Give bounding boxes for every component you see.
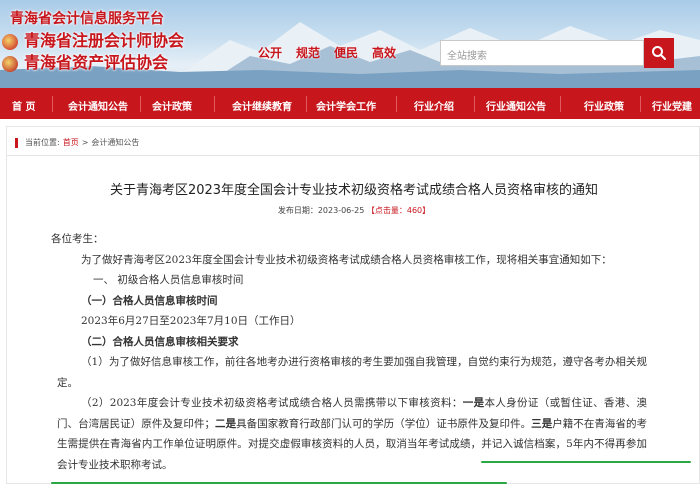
- nav-society-work[interactable]: 会计学会工作: [316, 98, 376, 113]
- main-nav: 首 页 会计通知公告 会计政策 会计继续教育 会计学会工作 行业介绍 行业通知公…: [0, 88, 700, 119]
- search-icon: [652, 46, 666, 60]
- req2-intro: （2）2023年度会计专业技术初级资格考试成绩合格人员需携带以下审核资料：: [81, 397, 463, 409]
- nav-divider: [140, 96, 141, 112]
- breadcrumb-separator: >: [81, 138, 89, 147]
- nav-divider: [560, 96, 561, 112]
- breadcrumb-label: 当前位置:: [25, 138, 60, 147]
- highlight-underline: [481, 461, 691, 463]
- site-titles: 青海省会计信息服务平台 青海省注册会计师协会 青海省资产评估协会: [10, 8, 184, 74]
- subsection-heading-time: （一）合格人员信息审核时间: [81, 294, 218, 307]
- breadcrumb: 当前位置: 首页 > 会计通知公告: [15, 137, 139, 148]
- article-body: 各位考生： 为了做好青海考区2023年度全国会计专业技术初级资格考试成绩合格人员…: [51, 229, 647, 475]
- nav-home[interactable]: 首 页: [12, 98, 35, 113]
- salutation: 各位考生：: [51, 233, 104, 245]
- nav-accounting-policy[interactable]: 会计政策: [152, 98, 192, 113]
- nav-divider: [214, 96, 215, 112]
- breadcrumb-marker: [15, 137, 18, 148]
- nav-industry-policy[interactable]: 行业政策: [584, 98, 624, 113]
- review-time: 2023年6月27日至2023年7月10日（工作日）: [81, 315, 301, 327]
- req2-first-marker: 一是: [462, 397, 485, 409]
- subsection-heading-requirements: （二）合格人员信息审核相关要求: [81, 335, 239, 348]
- slogan-efficient: 高效: [372, 46, 397, 60]
- nav-divider: [640, 96, 641, 112]
- req2-second: 具备国家教育行政部门认可的学历（学位）证书原件及复印件。: [236, 417, 532, 430]
- req2-second-marker: 二是: [215, 417, 237, 430]
- article-panel: 当前位置: 首页 > 会计通知公告 关于青海考区2023年度全国会计专业技术初级…: [6, 126, 700, 484]
- hit-count-open: 【点击量：: [366, 206, 407, 215]
- nav-industry-intro[interactable]: 行业介绍: [414, 98, 454, 113]
- intro-paragraph: 为了做好青海考区2023年度全国会计专业技术初级资格考试成绩合格人员资格审核工作…: [81, 253, 612, 266]
- header-banner: 青海省会计信息服务平台 青海省注册会计师协会 青海省资产评估协会 公开 规范 便…: [0, 0, 700, 88]
- section-heading-1: 一、 初级合格人员信息审核时间: [93, 274, 244, 286]
- site-title-appraisal: 青海省资产评估协会: [24, 53, 169, 72]
- requirement-paragraph-1: （1）为了做好信息审核工作，前往各地考办进行资格审核的考生要加强自我管理，自觉约…: [57, 356, 647, 389]
- slogan-convenient: 便民: [334, 46, 359, 60]
- nav-party-building[interactable]: 行业党建: [652, 98, 692, 113]
- nav-divider: [306, 96, 307, 112]
- hit-count: 460: [406, 206, 423, 215]
- nav-accounting-notices[interactable]: 会计通知公告: [68, 98, 128, 113]
- article-meta: 发布日期：2023-06-25 【点击量：460】: [7, 205, 700, 216]
- nav-divider: [52, 96, 53, 112]
- nav-divider: [396, 96, 397, 112]
- hit-count-close: 】: [422, 206, 431, 215]
- search-input[interactable]: 全站搜索: [440, 40, 644, 66]
- article-title: 关于青海考区2023年度全国会计专业技术初级资格考试成绩合格人员资格审核的通知: [109, 183, 599, 198]
- slogan-standard: 规范: [296, 46, 321, 60]
- req2-third-marker: 三是: [531, 417, 553, 430]
- slogans: 公开 规范 便民 高效: [258, 44, 396, 61]
- publish-date-label: 发布日期：: [277, 206, 318, 215]
- site-title-cpa: 青海省注册会计师协会: [24, 31, 185, 50]
- slogan-open: 公开: [258, 46, 283, 60]
- search-button[interactable]: [644, 38, 674, 68]
- breadcrumb-home-link[interactable]: 首页: [63, 137, 79, 148]
- nav-continuing-education[interactable]: 会计继续教育: [232, 98, 292, 113]
- nav-industry-notices[interactable]: 行业通知公告: [486, 98, 546, 113]
- site-title-platform: 青海省会计信息服务平台: [10, 11, 164, 27]
- publish-date: 2023-06-25: [317, 206, 365, 215]
- nav-divider: [474, 96, 475, 112]
- breadcrumb-divider: [7, 155, 700, 156]
- breadcrumb-current-link[interactable]: 会计通知公告: [91, 137, 139, 148]
